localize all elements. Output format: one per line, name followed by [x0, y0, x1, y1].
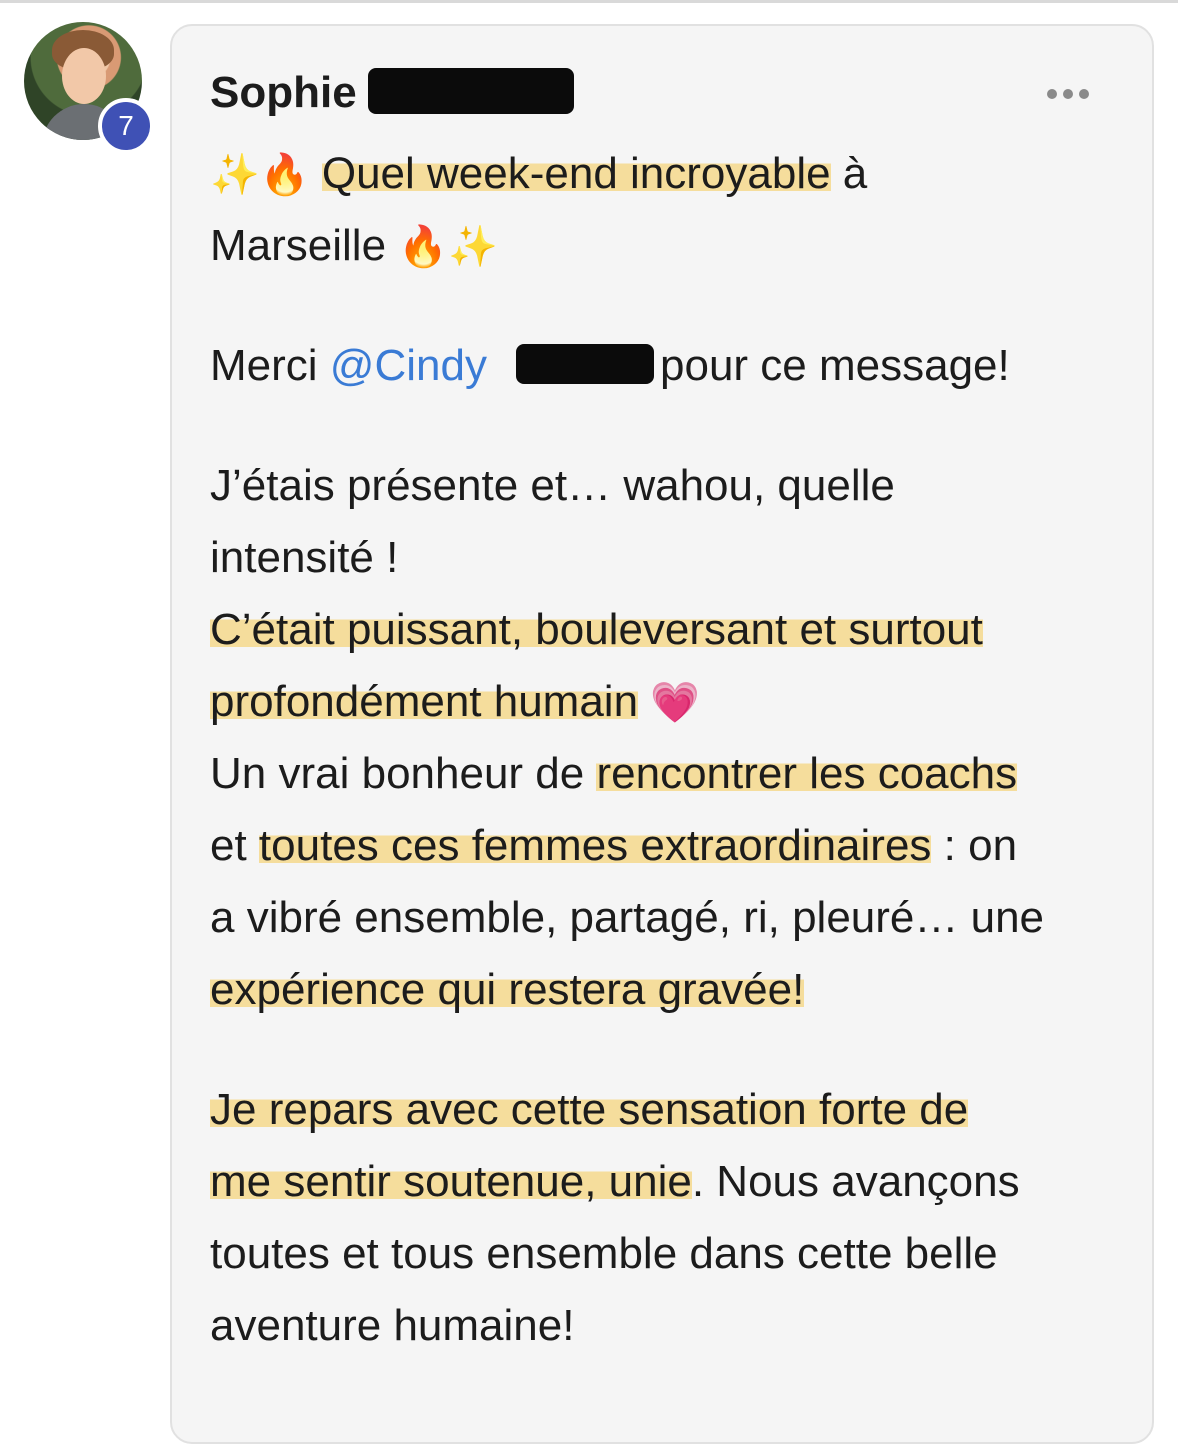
- post-text: Merci: [210, 341, 330, 390]
- redacted-mention-surname: [516, 344, 654, 384]
- more-dots-icon: [1079, 89, 1089, 99]
- post-text: toutes et tous ensemble dans cette belle: [210, 1229, 998, 1278]
- highlighted-text: Quel week-end incroyab: [321, 149, 797, 198]
- post-line: Marseille 🔥✨: [210, 210, 498, 283]
- post-line: profondément humain 💗: [210, 666, 700, 739]
- post-line: aventure humaine!: [210, 1290, 574, 1362]
- redacted-last-name: [368, 68, 574, 114]
- post-line: Je repars avec cette sensation forte de: [210, 1074, 969, 1146]
- sparkles-fire-emoji: ✨🔥: [210, 152, 310, 198]
- post-line: me sentir soutenue, unie. Nous avançons: [210, 1146, 1020, 1218]
- author-name[interactable]: Sophie: [210, 68, 357, 118]
- post-text: pour ce message!: [660, 341, 1010, 390]
- post-text: . Nous avançons: [691, 1157, 1020, 1206]
- highlighted-text: C’était puissant, bouleversant et surtou…: [210, 605, 983, 654]
- post-line: pour ce message!: [660, 330, 1010, 402]
- post-line: C’était puissant, bouleversant et surtou…: [210, 594, 983, 666]
- level-badge: 7: [98, 98, 154, 154]
- top-divider: [0, 0, 1178, 3]
- fire-sparkles-emoji: 🔥✨: [398, 224, 498, 270]
- highlighted-text: toutes ces femmes extraordinaires: [258, 821, 932, 870]
- post-line: a vibré ensemble, partagé, ri, pleuré… u…: [210, 882, 1044, 954]
- highlighted-text: Je repars avec cette sensation forte de: [210, 1085, 969, 1134]
- post-line: J’étais présente et… wahou, quelle: [210, 450, 895, 522]
- post-text: Un vrai bonheur de: [210, 749, 597, 798]
- post-line: et toutes ces femmes extraordinaires : o…: [210, 810, 1017, 882]
- avatar-face: [62, 48, 106, 104]
- post-text: J’étais présente et… wahou, quelle: [210, 461, 895, 510]
- post-text: Marseille: [210, 221, 387, 270]
- highlighted-text: rencontrer les coachs: [596, 749, 1018, 798]
- post-line: Merci @Cindy: [210, 330, 487, 402]
- highlighted-text: expérience qui restera gravée!: [210, 965, 805, 1014]
- post-text: : on: [931, 821, 1018, 870]
- more-options-button[interactable]: [1040, 72, 1096, 116]
- sparkling-heart-emoji: 💗: [650, 680, 701, 726]
- more-dots-icon: [1063, 89, 1073, 99]
- highlighted-text: profondément humain: [210, 677, 639, 726]
- post-text: a vibré ensemble, partagé, ri, pleuré… u…: [210, 893, 1045, 942]
- post-text: et: [210, 821, 259, 870]
- post-text: intensité !: [210, 533, 399, 582]
- mention-link[interactable]: @Cindy: [330, 341, 487, 390]
- more-dots-icon: [1047, 89, 1057, 99]
- highlighted-text: me sentir soutenue, unie: [210, 1157, 692, 1206]
- post-line: intensité !: [210, 522, 398, 594]
- post-text: aventure humaine!: [210, 1301, 575, 1350]
- highlighted-text: le: [796, 149, 831, 198]
- post-line: Un vrai bonheur de rencontrer les coachs: [210, 738, 1018, 810]
- post-line: toutes et tous ensemble dans cette belle: [210, 1218, 998, 1290]
- post-line: ✨🔥 Quel week-end incroyable à: [210, 138, 867, 211]
- post-text: à: [830, 149, 868, 198]
- post-line: expérience qui restera gravée!: [210, 954, 805, 1026]
